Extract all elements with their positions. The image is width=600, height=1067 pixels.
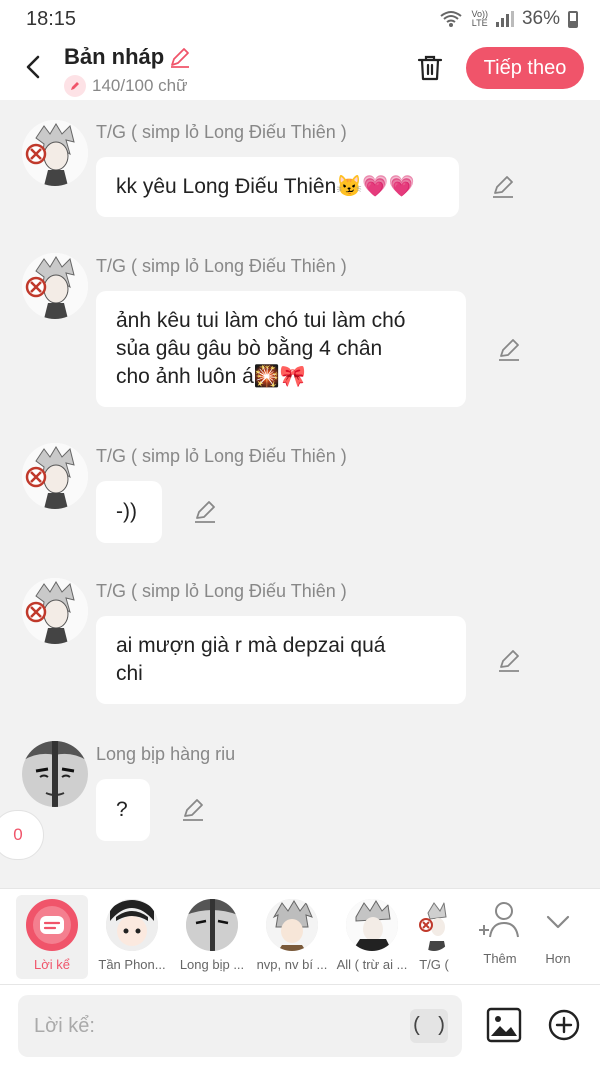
word-count: 140/100 chữ — [64, 75, 188, 97]
avatar — [266, 899, 318, 951]
character-avatar-icon — [22, 741, 88, 807]
trash-icon[interactable] — [414, 52, 446, 84]
battery-icon — [568, 10, 578, 28]
sender-name: T/G ( simp lỏ Long Điếu Thiên ) — [96, 581, 347, 601]
sender-name: T/G ( simp lỏ Long Điếu Thiên ) — [96, 122, 347, 142]
speaker-item[interactable]: T/G ( — [404, 895, 464, 979]
unread-counter[interactable]: 0 — [0, 810, 44, 860]
character-avatar-icon — [22, 120, 88, 186]
message-input[interactable] — [18, 995, 398, 1057]
speaker-label: Tần Phon... — [98, 957, 166, 972]
message-bubble[interactable]: ? — [96, 779, 150, 841]
message-field: ( ) — [18, 995, 462, 1057]
battery-percent: 36% — [521, 8, 560, 29]
speaker-label: nvp, nv bí ... — [256, 957, 328, 972]
sender-name: T/G ( simp lỏ Long Điếu Thiên ) — [96, 446, 347, 466]
avatar[interactable] — [22, 578, 88, 644]
speaker-item[interactable]: Tần Phon... — [96, 895, 168, 979]
speaker-item[interactable]: All ( trừ ai ... — [336, 895, 408, 979]
message-bubble[interactable]: ảnh kêu tui làm chó tui làm chó sủa gâu … — [96, 291, 466, 407]
speaker-selector: Lời kể Tần Phon... Long bịp ... nvp, nv … — [0, 888, 600, 984]
avatar — [414, 899, 454, 951]
add-person-icon — [479, 902, 519, 938]
speaker-label: Thêm — [483, 951, 517, 966]
avatar — [186, 899, 238, 951]
speaker-label: Hơn — [545, 951, 571, 966]
signal-icon — [495, 11, 514, 27]
avatar[interactable] — [22, 443, 88, 509]
parentheses-button[interactable]: ( ) — [410, 1009, 448, 1043]
message-bubble[interactable]: kk yêu Long Điếu Thiên😼💗💗 — [96, 157, 459, 217]
speaker-label: Long bịp ... — [179, 957, 245, 972]
status-time: 18:15 — [26, 8, 77, 30]
message-item: T/G ( simp lỏ Long Điếu Thiên ) -)) — [0, 443, 600, 543]
character-avatar-icon — [22, 253, 88, 319]
message-bubble[interactable]: -)) — [96, 481, 162, 543]
speaker-label: Lời kể — [34, 957, 70, 972]
narrator-icon — [26, 899, 78, 951]
character-avatar-icon — [22, 578, 88, 644]
volte-indicator: Vo)) LTE — [471, 9, 488, 28]
next-button[interactable]: Tiếp theo — [466, 47, 584, 89]
pen-badge-icon — [64, 75, 86, 97]
sender-name: T/G ( simp lỏ Long Điếu Thiên ) — [96, 256, 347, 276]
message-item: T/G ( simp lỏ Long Điếu Thiên ) ảnh kêu … — [0, 253, 600, 413]
speaker-narrator[interactable]: Lời kể — [16, 895, 88, 979]
composer: ( ) — [0, 984, 600, 1067]
image-icon[interactable] — [486, 1007, 522, 1043]
avatar — [106, 899, 158, 951]
speaker-label: All ( trừ ai ... — [336, 957, 408, 972]
speaker-item[interactable]: nvp, nv bí ... — [256, 895, 328, 979]
top-app-bar: Bản nháp 140/100 chữ Tiếp theo — [0, 38, 600, 100]
add-circle-icon[interactable] — [548, 1009, 580, 1041]
avatar[interactable] — [22, 120, 88, 186]
page-title: Bản nháp — [64, 44, 192, 70]
chevron-down-icon — [546, 915, 570, 929]
speaker-item[interactable]: Long bịp ... — [176, 895, 248, 979]
pencil-icon[interactable] — [168, 45, 192, 69]
sender-name: Long bịp hàng riu — [96, 744, 236, 764]
edit-icon[interactable] — [490, 174, 516, 200]
message-item: T/G ( simp lỏ Long Điếu Thiên ) kk yêu L… — [0, 120, 600, 220]
edit-icon[interactable] — [180, 797, 206, 823]
avatar — [346, 899, 398, 951]
wifi-icon — [440, 11, 463, 27]
message-item: T/G ( simp lỏ Long Điếu Thiên ) ai mượn … — [0, 578, 600, 708]
speaker-label: T/G ( — [419, 957, 449, 972]
message-bubble[interactable]: ai mượn già r mà depzai quá chi — [96, 616, 466, 704]
back-arrow-icon[interactable] — [22, 52, 44, 82]
more-speakers-button[interactable]: Hơn — [528, 895, 588, 979]
edit-icon[interactable] — [192, 499, 218, 525]
add-speaker-button[interactable]: Thêm — [466, 895, 534, 979]
avatar[interactable] — [22, 253, 88, 319]
avatar[interactable] — [22, 741, 88, 807]
message-item: Long bịp hàng riu ? — [0, 741, 600, 841]
character-avatar-icon — [22, 443, 88, 509]
edit-icon[interactable] — [496, 648, 522, 674]
status-bar: 18:15 Vo)) LTE 36% — [0, 0, 600, 38]
edit-icon[interactable] — [496, 337, 522, 363]
